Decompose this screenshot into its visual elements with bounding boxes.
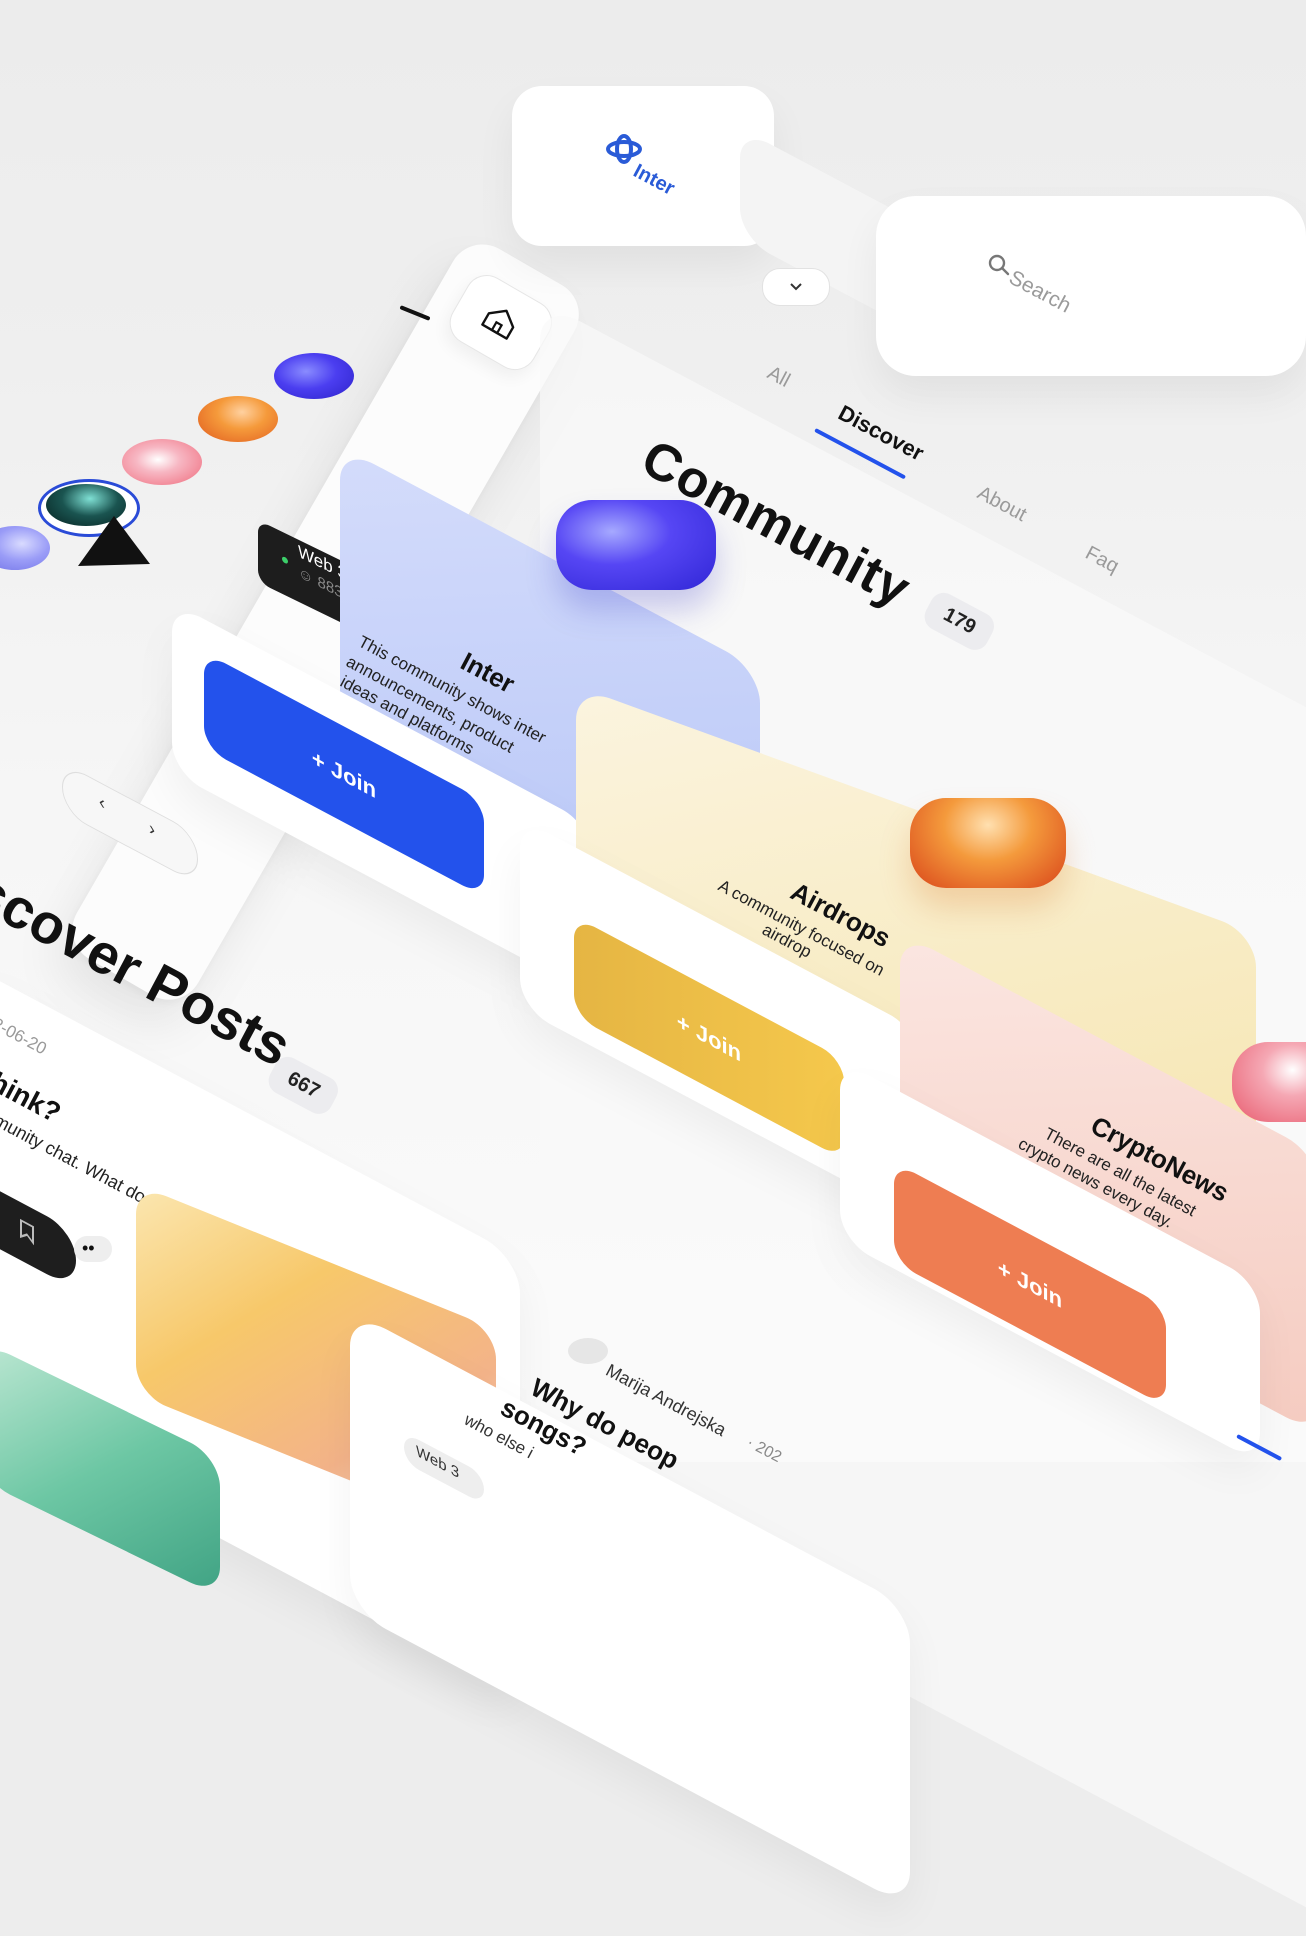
join-button-inter-label: + Join (311, 744, 377, 804)
search-placeholder: Search (1005, 266, 1075, 318)
card-airdrops-icon (910, 798, 1066, 888)
cursor-icon (78, 516, 150, 566)
home-icon (481, 309, 515, 340)
community-avatar-1[interactable] (274, 353, 354, 399)
author-avatar (568, 1338, 608, 1364)
community-avatar-3[interactable] (122, 439, 202, 485)
bookmark-icon (20, 1218, 34, 1246)
prev-arrow-icon[interactable]: ‹ (99, 791, 105, 815)
inter-logo-icon (606, 134, 642, 164)
brand-name: Inter (629, 160, 679, 200)
card-inter-icon (556, 500, 716, 590)
online-dot-icon (282, 555, 288, 565)
more-options-button[interactable]: •• (74, 1236, 112, 1262)
community-avatar-2[interactable] (198, 396, 278, 442)
search-icon (988, 254, 1010, 276)
chevron-down-icon (790, 283, 802, 291)
search-box[interactable]: Search (876, 196, 1306, 376)
logo-tile[interactable]: Inter (512, 86, 774, 246)
next-arrow-icon[interactable]: › (149, 817, 155, 841)
card-cryptonews-icon (1232, 1042, 1306, 1122)
dots-icon: •• (82, 1238, 95, 1258)
collapse-button[interactable] (762, 268, 830, 306)
join-button-cryptonews-label: + Join (997, 1254, 1063, 1314)
join-button-airdrops-label: + Join (676, 1007, 742, 1067)
